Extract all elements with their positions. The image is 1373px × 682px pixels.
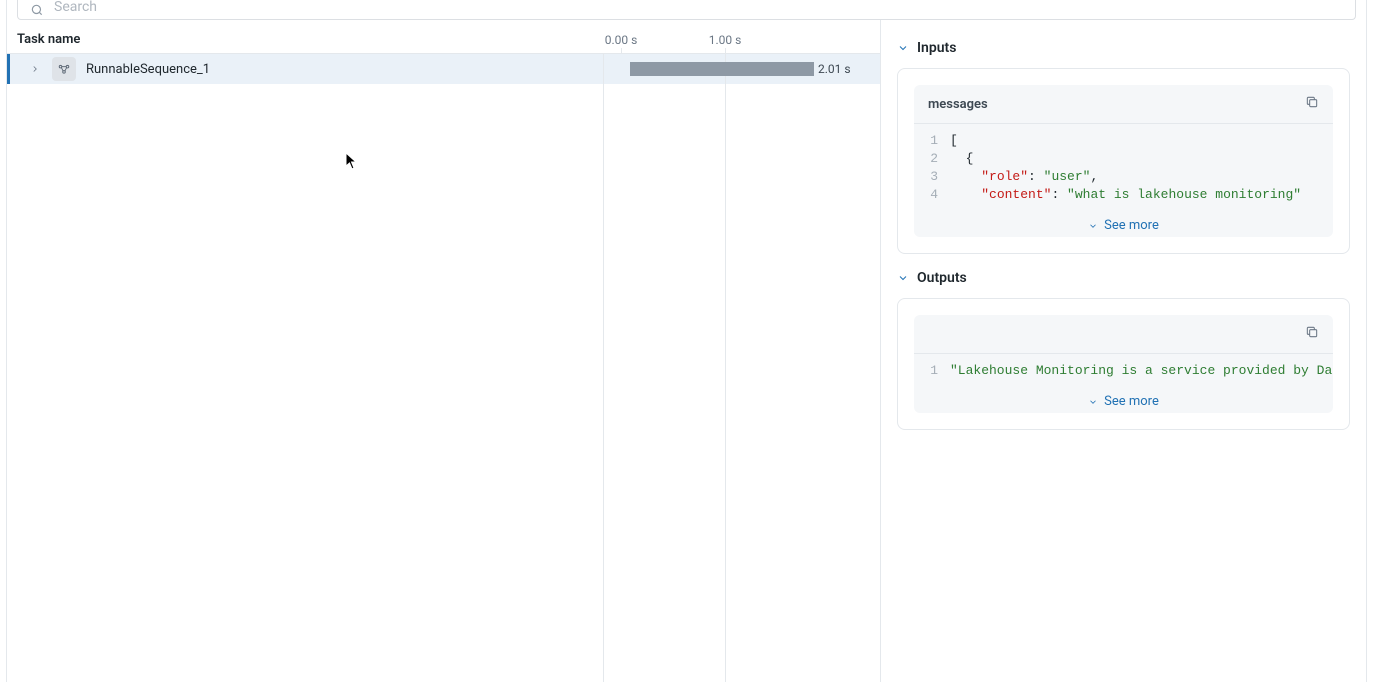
task-row[interactable]: RunnableSequence_1 2.01 s — [7, 54, 880, 84]
outputs-label: Outputs — [917, 270, 967, 286]
gantt-bar — [630, 62, 814, 76]
trace-timeline-pane: Task name 0.00 s 1.00 s — [7, 20, 881, 682]
chevron-down-icon — [1088, 221, 1098, 231]
inputs-code: 1[ 2 { 3 "role": "user", 4 "content": "w… — [914, 124, 1333, 212]
task-name-label: RunnableSequence_1 — [86, 62, 210, 77]
copy-button[interactable] — [1305, 325, 1319, 343]
inputs-block-title: messages — [928, 97, 988, 112]
copy-icon — [1305, 325, 1319, 339]
copy-button[interactable] — [1305, 95, 1319, 113]
chain-icon — [52, 57, 76, 81]
expand-toggle[interactable] — [28, 62, 42, 76]
see-more-inputs[interactable]: See more — [914, 212, 1333, 237]
outputs-card: 1"Lakehouse Monitoring is a service prov… — [897, 298, 1350, 430]
search-icon — [30, 3, 44, 17]
inputs-section-toggle[interactable]: Inputs — [897, 40, 1350, 56]
time-tick-1: 1.00 s — [709, 33, 742, 47]
time-tick-0: 0.00 s — [605, 33, 638, 47]
see-more-outputs[interactable]: See more — [914, 388, 1333, 413]
details-pane: Inputs messages 1[ 2 { 3 "role": "user", — [881, 20, 1366, 682]
column-header-task-name: Task name — [7, 32, 603, 47]
timeline-axis: 0.00 s 1.00 s — [603, 26, 880, 53]
inputs-card: messages 1[ 2 { 3 "role": "user", 4 "con… — [897, 68, 1350, 254]
chevron-down-icon — [897, 272, 909, 284]
copy-icon — [1305, 95, 1319, 109]
search-placeholder: Search — [54, 0, 97, 15]
chevron-right-icon — [30, 64, 40, 74]
chevron-down-icon — [897, 42, 909, 54]
outputs-section-toggle[interactable]: Outputs — [897, 270, 1350, 286]
inputs-label: Inputs — [917, 40, 956, 56]
search-input-container[interactable]: Search — [17, 0, 1356, 20]
gantt-duration-label: 2.01 s — [818, 62, 851, 76]
chevron-down-icon — [1088, 397, 1098, 407]
outputs-code: 1"Lakehouse Monitoring is a service prov… — [914, 354, 1333, 388]
